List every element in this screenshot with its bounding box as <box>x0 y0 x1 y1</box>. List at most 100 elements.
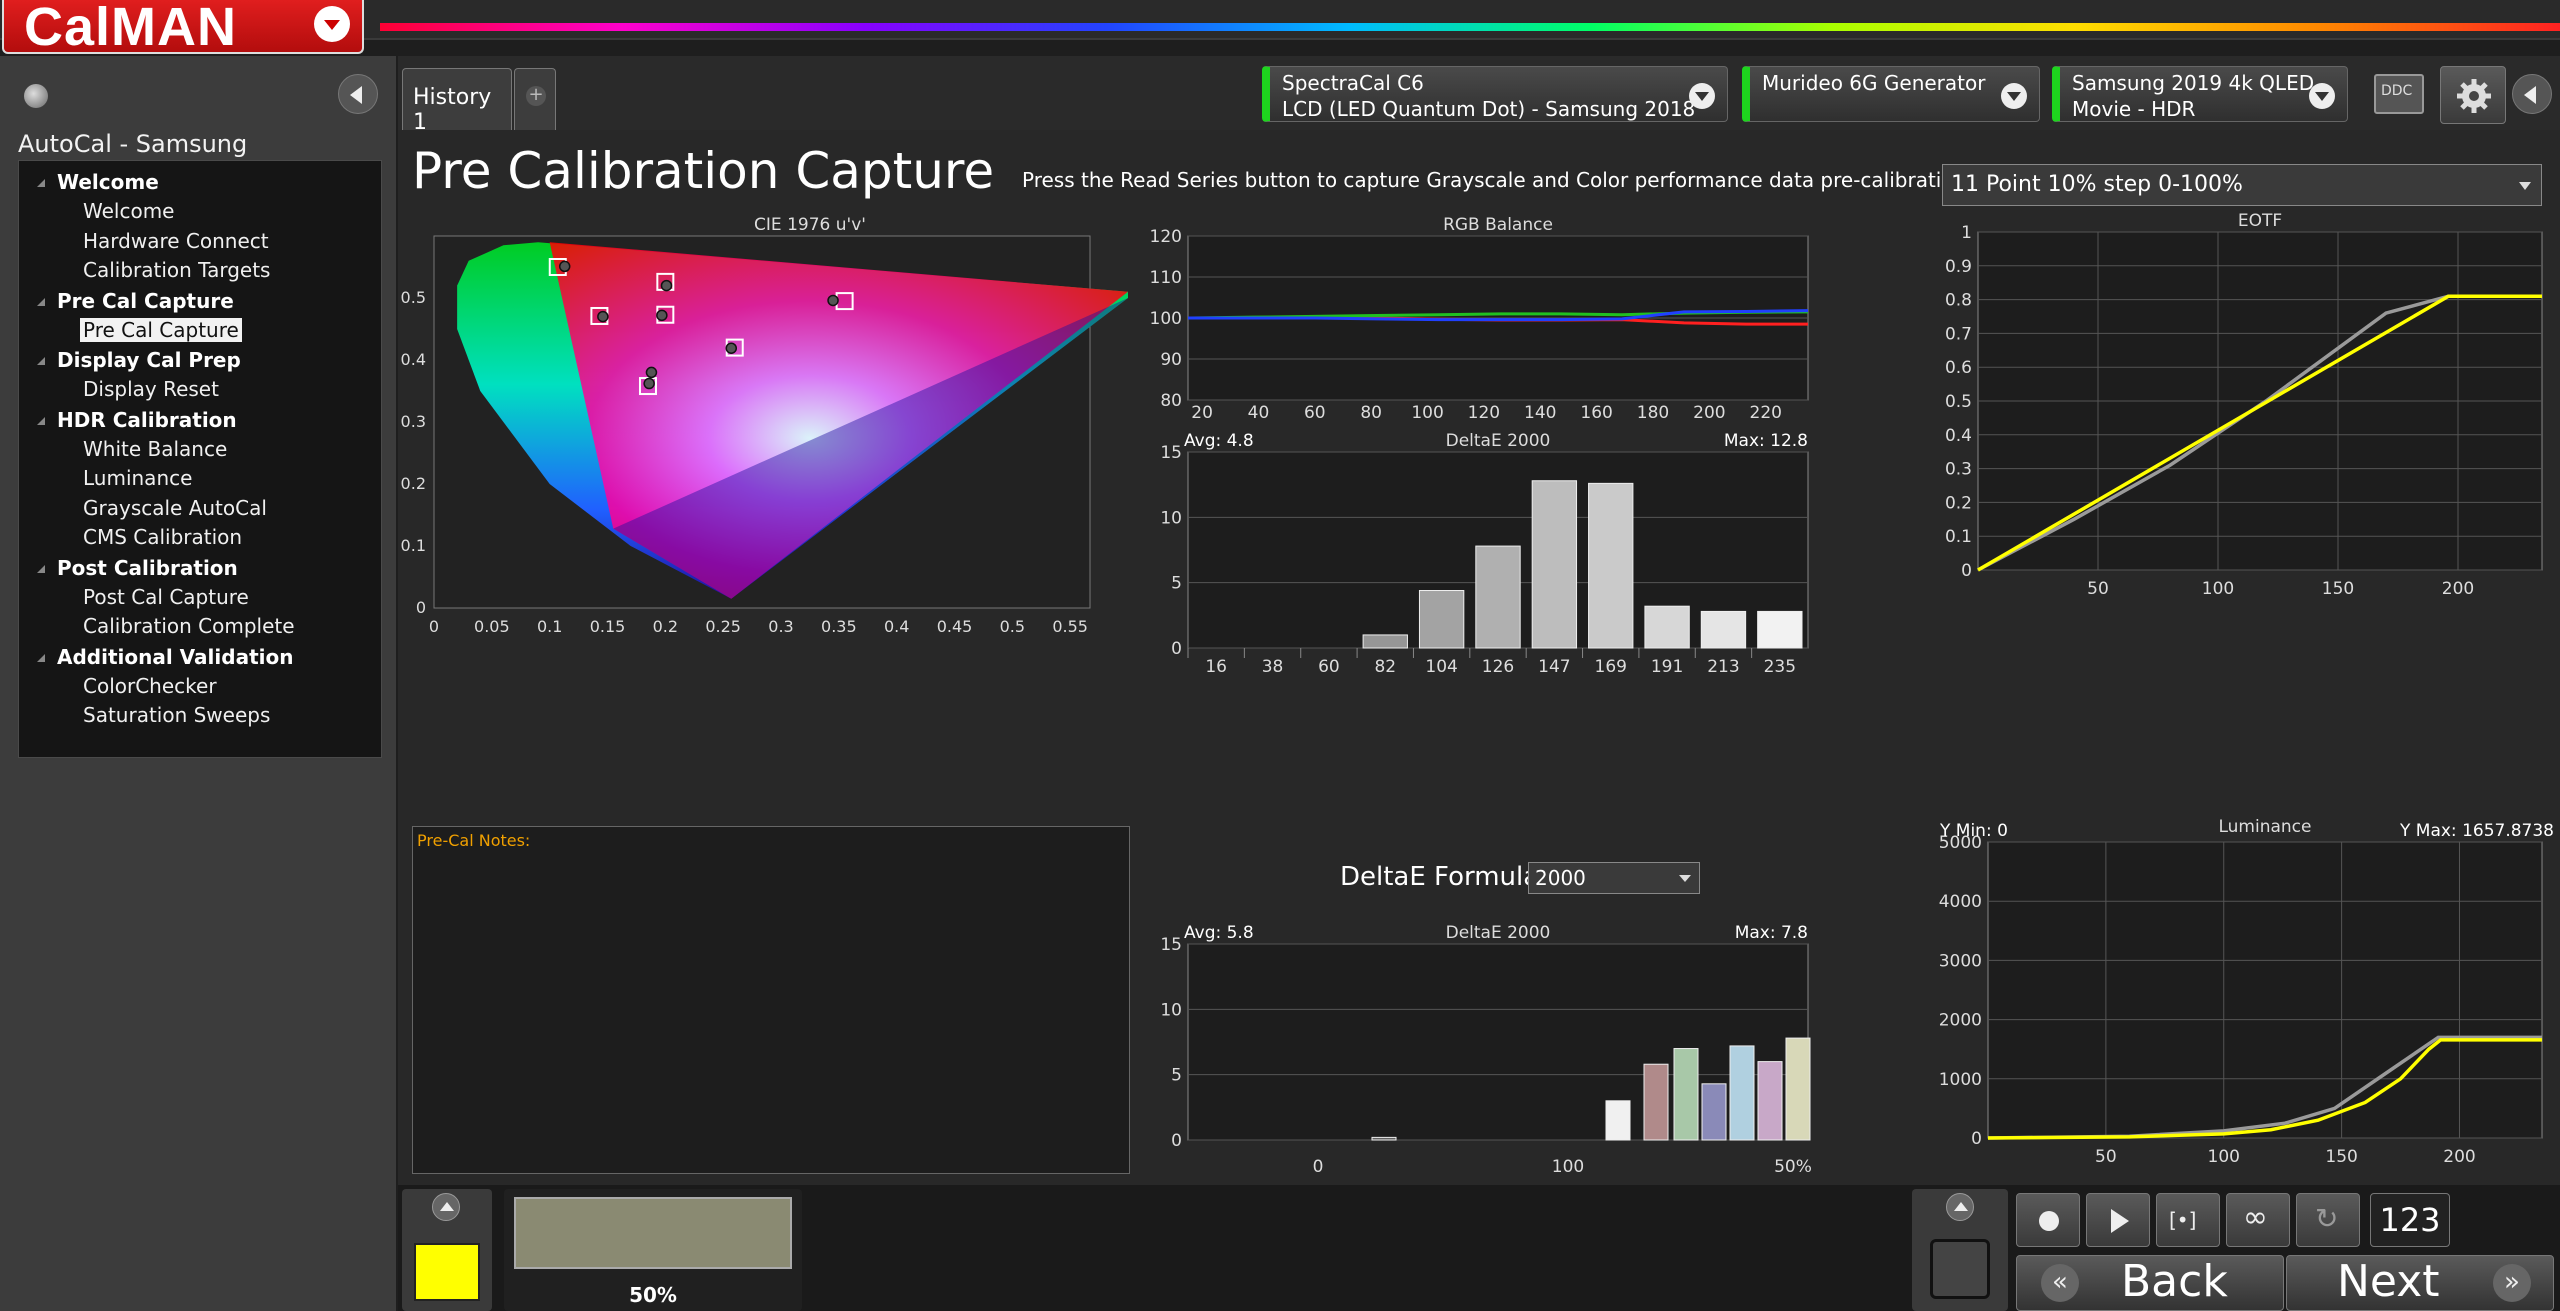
logo-dropdown-icon[interactable] <box>314 6 350 42</box>
deltae-bar <box>1644 605 1690 649</box>
chevron-left-icon: « <box>2041 1264 2079 1302</box>
display-mode: Movie - HDR <box>2072 97 2196 121</box>
deltae-bar <box>1757 610 1803 649</box>
nav-item[interactable]: Display Reset <box>19 375 381 405</box>
y-tick-label: 0.2 <box>1945 493 1972 513</box>
meter-name: SpectraCal C6 <box>1282 71 1424 95</box>
y-tick-label: 120 <box>1150 227 1182 247</box>
counter-value: 123 <box>2370 1193 2450 1247</box>
nav-item[interactable]: Pre Cal Capture <box>19 316 381 346</box>
meter-profile: LCD (LED Quantum Dot) - Samsung 2018 <box>1282 97 1696 121</box>
nav-item[interactable]: Calibration Targets <box>19 256 381 286</box>
x-tick-label: 180 <box>1637 403 1669 422</box>
chart-title: DeltaE 2000 <box>1446 431 1551 451</box>
nav-item[interactable]: ColorChecker <box>19 672 381 702</box>
x-tick-label: 140 <box>1524 403 1556 422</box>
y-tick-label: 0.3 <box>1945 460 1972 480</box>
ddc-label: DDC <box>2381 83 2413 99</box>
logo-text: CalMAN <box>24 0 238 57</box>
y-tick-label: 0 <box>1961 561 1972 581</box>
x-tick-label: 0.2 <box>653 617 678 636</box>
read-button[interactable] <box>2086 1193 2150 1247</box>
nav-item[interactable]: Post Cal Capture <box>19 583 381 613</box>
y-tick-label: 2000 <box>1939 1011 1982 1031</box>
refresh-button[interactable]: ↻ <box>2296 1193 2360 1247</box>
calman-logo-button[interactable]: CalMAN <box>2 0 364 57</box>
meter-read-icon[interactable] <box>1930 1239 1990 1299</box>
read-series-button[interactable]: [•] <box>2156 1193 2220 1247</box>
nav-item[interactable]: Hardware Connect <box>19 227 381 257</box>
x-tick-label: 160 <box>1580 403 1612 422</box>
nav-item[interactable]: Luminance <box>19 464 381 494</box>
sidebar-pin-icon[interactable] <box>24 84 48 108</box>
chart-title: Luminance <box>2218 817 2311 837</box>
nav-item[interactable]: CMS Calibration <box>19 523 381 553</box>
chevron-up-icon[interactable] <box>1946 1193 1974 1221</box>
x-tick-label: 126 <box>1482 657 1514 677</box>
notes-area[interactable]: Pre-Cal Notes: <box>412 826 1130 1174</box>
nav-item[interactable]: Calibration Complete <box>19 612 381 642</box>
measured-point <box>645 366 658 379</box>
display-device-selector[interactable]: Samsung 2019 4k QLED Movie - HDR <box>2052 66 2348 122</box>
x-tick-label: 0.25 <box>705 617 741 636</box>
meter-device-selector[interactable]: SpectraCal C6 LCD (LED Quantum Dot) - Sa… <box>1262 66 1728 122</box>
continuous-read-button[interactable]: ∞ <box>2226 1193 2290 1247</box>
stop-icon <box>2039 1211 2059 1231</box>
next-button[interactable]: Next » <box>2286 1255 2554 1311</box>
x-tick-label: 0.05 <box>474 617 510 636</box>
project-title: AutoCal - Samsung <box>18 130 248 158</box>
deltae-bar <box>1785 1037 1811 1141</box>
nav-item-label: Calibration Complete <box>83 614 295 638</box>
x-tick-label: 191 <box>1651 657 1683 677</box>
add-tab-button[interactable]: + <box>514 68 556 130</box>
nav-item-label: Display Reset <box>83 377 219 401</box>
pattern-preview-panel: 50% <box>504 1189 802 1311</box>
read-series-icon: [•] <box>2169 1208 2197 1232</box>
chevron-down-icon[interactable] <box>2001 83 2027 109</box>
max-label: Max: 12.8 <box>1724 431 1808 451</box>
nav-section[interactable]: Pre Cal Capture <box>19 286 381 316</box>
nav-item[interactable]: White Balance <box>19 435 381 465</box>
nav-section[interactable]: Additional Validation <box>19 642 381 672</box>
ddc-button[interactable]: DDC <box>2374 74 2424 114</box>
deltae-formula-dropdown[interactable]: 2000 <box>1528 862 1700 894</box>
y-tick-label: 0.8 <box>1945 291 1972 311</box>
x-tick-label: 150 <box>2322 579 2354 599</box>
generator-device-selector[interactable]: Murideo 6G Generator <box>1742 66 2040 122</box>
chevron-down-icon[interactable] <box>2309 83 2335 109</box>
nav-item-label: White Balance <box>83 436 228 461</box>
y-tick-label: 80 <box>1160 391 1182 411</box>
meter-panel <box>1912 1189 2008 1311</box>
nav-item[interactable]: Grayscale AutoCal <box>19 494 381 524</box>
y-tick-label: 0.3 <box>401 412 426 431</box>
y-tick-label: 0.1 <box>1945 527 1972 547</box>
x-tick-label: 0 <box>1313 1157 1324 1177</box>
deltae-bar <box>1418 590 1465 649</box>
avg-label: Avg: 5.8 <box>1184 923 1254 943</box>
series-dropdown[interactable]: 11 Point 10% step 0-100% <box>1942 164 2542 206</box>
deltae-bar <box>1729 1045 1755 1141</box>
nav-item-label: Luminance <box>83 466 193 490</box>
sidebar-collapse-button[interactable] <box>338 74 378 114</box>
stop-button[interactable] <box>2016 1193 2080 1247</box>
nav-item[interactable]: Welcome <box>19 197 381 227</box>
nav-section[interactable]: HDR Calibration <box>19 405 381 435</box>
max-label: Max: 7.8 <box>1735 923 1808 943</box>
nav-section[interactable]: Welcome <box>19 167 381 197</box>
x-tick-label: 100 <box>2208 1147 2240 1167</box>
panel-collapse-button[interactable] <box>2512 74 2552 114</box>
chevron-up-icon[interactable] <box>432 1193 460 1221</box>
chevron-down-icon[interactable] <box>1689 83 1715 109</box>
nav-item[interactable]: Saturation Sweeps <box>19 701 381 731</box>
nav-section[interactable]: Display Cal Prep <box>19 345 381 375</box>
back-button[interactable]: « Back <box>2016 1255 2284 1311</box>
x-tick-label: 50% <box>1774 1157 1812 1177</box>
nav-section[interactable]: Post Calibration <box>19 553 381 583</box>
rainbow-strip <box>380 23 2560 31</box>
x-tick-label: 0.3 <box>768 617 793 636</box>
main-content: Pre Calibration Capture Press the Read S… <box>398 130 2560 1185</box>
x-tick-label: 169 <box>1595 657 1627 677</box>
chart-title: CIE 1976 u'v' <box>754 215 866 235</box>
tab-history-1[interactable]: History 1 <box>402 68 512 135</box>
settings-button[interactable] <box>2440 66 2506 124</box>
